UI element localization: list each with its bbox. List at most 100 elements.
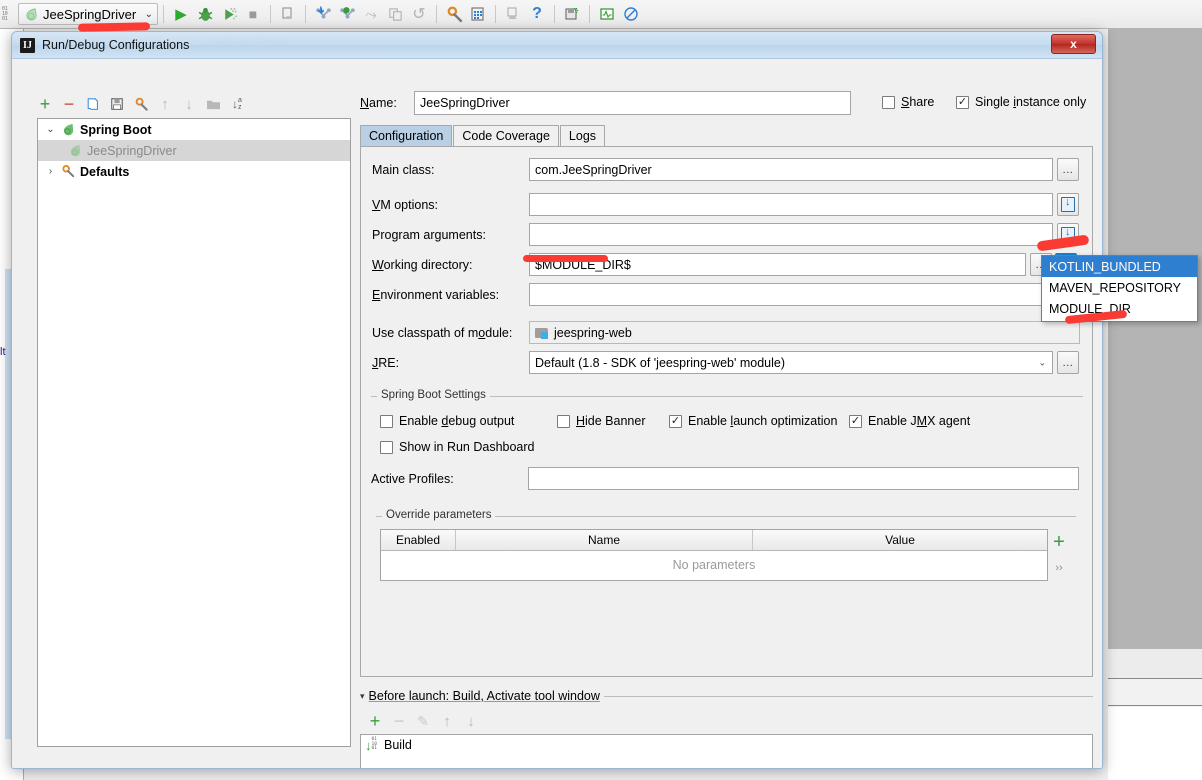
move-down-button[interactable]: ↓	[178, 93, 200, 115]
activity-icon	[600, 8, 614, 20]
edit-defaults-button[interactable]	[130, 93, 152, 115]
title-ghost-text: JeeSpringDriver	[208, 36, 287, 48]
copy-icon	[87, 97, 98, 110]
working-directory-input[interactable]: $MODULE_DIR$	[529, 253, 1026, 276]
export-to-file-button[interactable]	[276, 2, 300, 26]
main-class-input[interactable]: com.JeeSpringDriver	[529, 158, 1053, 181]
configurations-panel: + − ↑ ↓ ↓ a z ⌄ Spring Boot JeeSpringDri…	[26, 90, 351, 747]
save-configuration-button[interactable]	[106, 93, 128, 115]
help-button[interactable]: ?	[525, 2, 549, 26]
checkbox-box: ✓	[956, 95, 969, 109]
macro-item-module-dir[interactable]: MODULE_DIR	[1042, 298, 1197, 319]
program-arguments-input[interactable]	[529, 223, 1053, 246]
push-button[interactable]: ⤳	[359, 2, 383, 26]
dialog-titlebar[interactable]: IJ Run/Debug Configurations JeeSpringDri…	[12, 32, 1102, 59]
program-arguments-expand-button[interactable]	[1057, 223, 1079, 246]
move-task-up-button[interactable]: ↑	[438, 713, 456, 730]
debug-button[interactable]	[193, 2, 217, 26]
macro-item-kotlin-bundled[interactable]: KOTLIN_BUNDLED	[1042, 256, 1197, 277]
vm-options-expand-button[interactable]	[1057, 193, 1079, 216]
checkbox-box	[557, 414, 570, 428]
column-header-name[interactable]: Name	[456, 530, 753, 550]
environment-variables-input[interactable]	[529, 283, 1080, 306]
tree-node-jeespringdriver[interactable]: JeeSpringDriver	[38, 140, 350, 161]
stop-button[interactable]: ■	[241, 2, 265, 26]
chevron-down-icon[interactable]: ⌄	[1038, 357, 1046, 368]
enable-launch-optimization-label: Enable launch optimization	[688, 414, 838, 428]
new-folder-button[interactable]	[202, 93, 224, 115]
enable-debug-output-label: Enable debug output	[399, 414, 515, 428]
add-configuration-button[interactable]: +	[34, 93, 56, 115]
tree-node-defaults[interactable]: › Defaults	[38, 161, 350, 182]
tab-logs[interactable]: Logs	[559, 125, 606, 146]
add-parameter-button[interactable]: +	[1053, 530, 1065, 554]
more-actions-button[interactable]: ››	[1055, 562, 1062, 574]
update-project-button[interactable]	[311, 2, 335, 26]
commit-button[interactable]	[335, 2, 359, 26]
project-structure-button[interactable]	[466, 2, 490, 26]
move-task-down-button[interactable]: ↓	[462, 713, 480, 730]
close-icon[interactable]: x	[1051, 34, 1096, 54]
spring-boot-icon	[70, 144, 81, 157]
toolbar-separator	[495, 5, 496, 23]
add-before-launch-task-button[interactable]: +	[366, 711, 384, 732]
configuration-editor-panel: Name: Share ✓ Single instance only Confi…	[360, 90, 1093, 768]
show-in-run-dashboard-checkbox[interactable]: Show in Run Dashboard	[380, 440, 535, 454]
no-entry-button[interactable]	[619, 2, 643, 26]
jre-row: JRE: Default (1.8 - SDK of 'jeespring-we…	[372, 351, 1079, 374]
activity-monitor-button[interactable]	[595, 2, 619, 26]
revert-button[interactable]: ↺	[407, 2, 431, 26]
spring-boot-settings-title: Spring Boot Settings	[377, 389, 490, 401]
use-classpath-combo[interactable]: jeespring-web	[529, 321, 1080, 344]
run-button[interactable]: ▶	[169, 2, 193, 26]
expand-editor-icon	[1061, 226, 1075, 242]
editor-status-strip-2	[1108, 679, 1202, 706]
run-configuration-selector[interactable]: JeeSpringDriver ⌄	[18, 3, 158, 25]
tab-code-coverage[interactable]: Code Coverage	[453, 125, 559, 146]
toolbar-separator	[270, 5, 271, 23]
save-all-button[interactable]	[560, 2, 584, 26]
sdk-manager-button[interactable]	[501, 2, 525, 26]
main-class-browse-button[interactable]: ...	[1057, 158, 1079, 181]
hide-banner-checkbox[interactable]: Hide Banner	[557, 414, 646, 428]
settings-button[interactable]	[442, 2, 466, 26]
enable-jmx-agent-checkbox[interactable]: ✓ Enable JMX agent	[849, 414, 970, 428]
hide-banner-label: Hide Banner	[576, 414, 646, 428]
enable-debug-output-checkbox[interactable]: Enable debug output	[380, 414, 514, 428]
jre-browse-button[interactable]: ...	[1057, 351, 1079, 374]
chevron-down-icon[interactable]: ⌄	[145, 9, 153, 20]
tree-node-spring-boot[interactable]: ⌄ Spring Boot	[38, 119, 350, 140]
sort-alphabetically-button[interactable]: ↓ a z	[226, 93, 248, 115]
compare-with-button[interactable]	[383, 2, 407, 26]
remove-configuration-button[interactable]: −	[58, 93, 80, 115]
macro-dropdown-popup[interactable]: KOTLIN_BUNDLED MAVEN_REPOSITORY MODULE_D…	[1041, 255, 1198, 322]
column-header-value[interactable]: Value	[753, 530, 1047, 550]
configurations-tree[interactable]: ⌄ Spring Boot JeeSpringDriver › Defaults	[37, 118, 351, 747]
main-class-label: Main class:	[372, 162, 435, 177]
vm-options-input[interactable]	[529, 193, 1053, 216]
checkbox-box: ✓	[849, 414, 862, 428]
macro-item-maven-repository[interactable]: MAVEN_REPOSITORY	[1042, 277, 1197, 298]
copy-configuration-button[interactable]	[82, 93, 104, 115]
move-up-button[interactable]: ↑	[154, 93, 176, 115]
chevron-right-icon[interactable]: ›	[44, 166, 57, 177]
toolbar-separator	[305, 5, 306, 23]
column-header-enabled[interactable]: Enabled	[381, 530, 456, 550]
share-checkbox[interactable]: Share	[882, 95, 934, 109]
run-with-coverage-button[interactable]	[217, 2, 241, 26]
enable-launch-optimization-checkbox[interactable]: ✓ Enable launch optimization	[669, 414, 837, 428]
main-class-row: Main class: com.JeeSpringDriver ...	[372, 158, 1079, 181]
jre-combo[interactable]: Default (1.8 - SDK of 'jeespring-web' mo…	[529, 351, 1053, 374]
single-instance-only-checkbox[interactable]: ✓ Single instance only	[956, 95, 1086, 109]
name-input[interactable]	[414, 91, 851, 115]
collapse-triangle-icon[interactable]: ▾	[360, 691, 365, 702]
configuration-tab-panel: Main class: com.JeeSpringDriver ... VM o…	[360, 147, 1093, 677]
edit-before-launch-task-button[interactable]: ✎	[414, 713, 432, 730]
active-profiles-label: Active Profiles:	[371, 471, 454, 486]
before-launch-header[interactable]: ▾ Before launch: Build, Activate tool wi…	[360, 688, 1093, 704]
remove-before-launch-task-button[interactable]: −	[390, 711, 408, 732]
active-profiles-input[interactable]	[528, 467, 1079, 490]
tab-configuration[interactable]: Configuration	[360, 125, 453, 146]
chevron-down-icon[interactable]: ⌄	[44, 124, 57, 135]
override-parameters-table[interactable]: Enabled Name Value No parameters + ››	[380, 529, 1065, 581]
